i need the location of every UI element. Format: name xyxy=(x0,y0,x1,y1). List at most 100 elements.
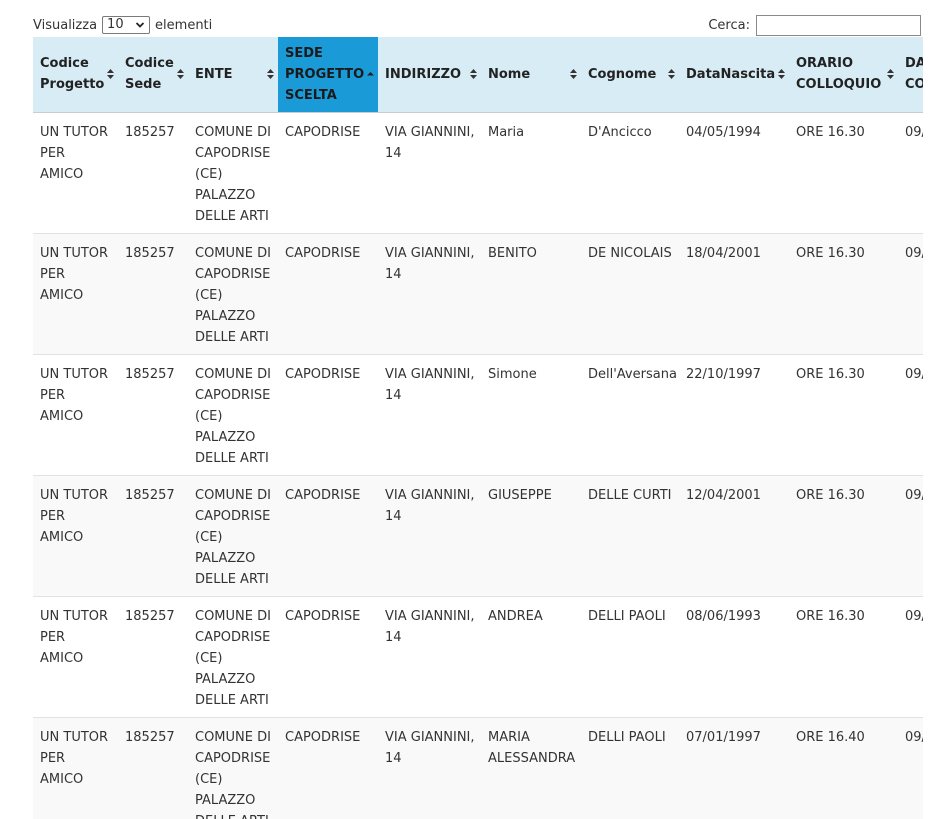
table-cell: DELLI PAOLI xyxy=(581,716,679,819)
length-select-value: 10 xyxy=(107,17,124,32)
table-row[interactable]: UN TUTOR PER AMICO 185257 COMUNE DI CAPODR… xyxy=(33,474,923,596)
column-header[interactable]: Codice Progetto xyxy=(33,37,118,112)
table-cell: UN TUTOR PER AMICO xyxy=(33,595,118,717)
table-cell: ORE 16.30 xyxy=(789,353,898,475)
length-suffix-label: elementi xyxy=(155,17,213,33)
table-cell: UN TUTOR PER AMICO xyxy=(33,232,118,354)
table-cell: ORE 16.30 xyxy=(789,232,898,354)
search-input[interactable] xyxy=(756,15,921,36)
table-cell: VIA GIANNINI, 14 xyxy=(378,353,481,475)
column-header[interactable]: ENTE xyxy=(188,37,278,112)
column-header[interactable]: INDIRIZZO xyxy=(378,37,481,112)
table-cell: 07/01/1997 xyxy=(679,716,789,819)
data-table: Codice Progetto Codice Sede ENTE SEDE PROGE… xyxy=(33,37,923,819)
table-cell: 185257 xyxy=(118,595,188,717)
table-cell: UN TUTOR PER AMICO xyxy=(33,474,118,596)
column-header-label: Codice Progetto xyxy=(40,56,105,93)
table-cell: GIUSEPPE xyxy=(481,474,581,596)
table-cell: Simone xyxy=(481,353,581,475)
table-cell: MARIA ALESSANDRA xyxy=(481,716,581,819)
column-header[interactable]: ORARIO COLLOQUIO xyxy=(789,37,898,112)
sort-both-icon xyxy=(887,69,894,80)
table-cell: COMUNE DI CAPODRISE (CE) PALAZZO DELLE A… xyxy=(188,232,278,354)
column-header-label: Codice Sede xyxy=(125,56,174,93)
table-cell: VIA GIANNINI, 14 xyxy=(378,232,481,354)
sort-both-icon xyxy=(107,69,114,80)
table-cell: CAPODRISE xyxy=(278,474,378,596)
table-cell: 185257 xyxy=(118,474,188,596)
table-cell: COMUNE DI CAPODRISE (CE) PALAZZO DELLE A… xyxy=(188,595,278,717)
table-cell: UN TUTOR PER AMICO xyxy=(33,353,118,475)
table-cell: CAPODRISE xyxy=(278,595,378,717)
sort-ascending-icon xyxy=(367,72,374,76)
table-row[interactable]: UN TUTOR PER AMICO 185257 COMUNE DI CAPODR… xyxy=(33,353,923,475)
column-header[interactable]: Nome xyxy=(481,37,581,112)
table-cell: 09/ xyxy=(898,595,923,717)
table-cell: 12/04/2001 xyxy=(679,474,789,596)
table-row[interactable]: UN TUTOR PER AMICO 185257 COMUNE DI CAPODR… xyxy=(33,232,923,354)
table-cell: CAPODRISE xyxy=(278,111,378,233)
sort-both-icon xyxy=(267,69,274,80)
table-cell: ORE 16.30 xyxy=(789,111,898,233)
table-cell: COMUNE DI CAPODRISE (CE) PALAZZO DELLE A… xyxy=(188,353,278,475)
column-header[interactable]: DataNascita xyxy=(679,37,789,112)
sort-both-icon xyxy=(470,69,477,80)
table-cell: 04/05/1994 xyxy=(679,111,789,233)
table-cell: ORE 16.40 xyxy=(789,716,898,819)
table-cell: 08/06/1993 xyxy=(679,595,789,717)
column-header-label: ORARIO COLLOQUIO xyxy=(796,56,882,93)
column-header[interactable]: DATA COLLOQUIO xyxy=(898,37,923,112)
table-cell: UN TUTOR PER AMICO xyxy=(33,111,118,233)
table-cell: UN TUTOR PER AMICO xyxy=(33,716,118,819)
table-row[interactable]: UN TUTOR PER AMICO 185257 COMUNE DI CAPODR… xyxy=(33,716,923,819)
table-cell: DELLI PAOLI xyxy=(581,595,679,717)
table-cell: VIA GIANNINI, 14 xyxy=(378,111,481,233)
table-cell: CAPODRISE xyxy=(278,232,378,354)
table-cell: Maria xyxy=(481,111,581,233)
sort-both-icon xyxy=(668,69,675,80)
column-header-label: Nome xyxy=(488,66,531,82)
data-table-container: Codice Progetto Codice Sede ENTE SEDE PROGE… xyxy=(33,37,923,819)
table-cell: DE NICOLAIS xyxy=(581,232,679,354)
column-header[interactable]: Cognome xyxy=(581,37,679,112)
table-cell: D'Ancicco xyxy=(581,111,679,233)
column-header-label: DATA COLLOQUIO xyxy=(905,56,923,93)
table-cell: 18/04/2001 xyxy=(679,232,789,354)
table-cell: ANDREA xyxy=(481,595,581,717)
table-header-row: Codice Progetto Codice Sede ENTE SEDE PROGE… xyxy=(33,37,923,112)
sort-both-icon xyxy=(570,69,577,80)
table-cell: 22/10/1997 xyxy=(679,353,789,475)
search-label: Cerca: xyxy=(708,18,750,33)
chevron-down-icon xyxy=(135,22,145,28)
table-cell: 09/ xyxy=(898,474,923,596)
column-header-label: DataNascita xyxy=(686,66,776,82)
table-cell: 09/ xyxy=(898,716,923,819)
page: Visualizza 10 elementi Cerca: Codice Pro… xyxy=(0,0,945,819)
table-cell: COMUNE DI CAPODRISE (CE) PALAZZO DELLE A… xyxy=(188,716,278,819)
table-cell: Dell'Aversana xyxy=(581,353,679,475)
column-header-label: Cognome xyxy=(588,66,657,82)
table-cell: 185257 xyxy=(118,716,188,819)
table-cell: COMUNE DI CAPODRISE (CE) PALAZZO DELLE A… xyxy=(188,474,278,596)
table-row[interactable]: UN TUTOR PER AMICO 185257 COMUNE DI CAPODR… xyxy=(33,111,923,233)
column-header[interactable]: Codice Sede xyxy=(118,37,188,112)
length-select[interactable]: 10 xyxy=(102,16,151,34)
column-header-label: SEDE PROGETTO SCELTA xyxy=(285,45,365,103)
sort-both-icon xyxy=(778,69,785,80)
table-cell: VIA GIANNINI, 14 xyxy=(378,595,481,717)
table-cell: 09/ xyxy=(898,111,923,233)
table-cell: CAPODRISE xyxy=(278,353,378,475)
table-cell: VIA GIANNINI, 14 xyxy=(378,474,481,596)
table-row[interactable]: UN TUTOR PER AMICO 185257 COMUNE DI CAPODR… xyxy=(33,595,923,717)
table-cell: BENITO xyxy=(481,232,581,354)
sort-both-icon xyxy=(177,69,184,80)
search-control: Cerca: xyxy=(708,15,921,36)
length-control: Visualizza 10 elementi xyxy=(33,14,212,36)
table-cell: COMUNE DI CAPODRISE (CE) PALAZZO DELLE A… xyxy=(188,111,278,233)
column-header[interactable]: SEDE PROGETTO SCELTA xyxy=(278,37,378,112)
table-cell: 185257 xyxy=(118,353,188,475)
table-cell: 09/ xyxy=(898,353,923,475)
table-body: UN TUTOR PER AMICO 185257 COMUNE DI CAPODR… xyxy=(33,111,923,819)
column-header-label: INDIRIZZO xyxy=(385,66,462,82)
table-cell: VIA GIANNINI, 14 xyxy=(378,716,481,819)
